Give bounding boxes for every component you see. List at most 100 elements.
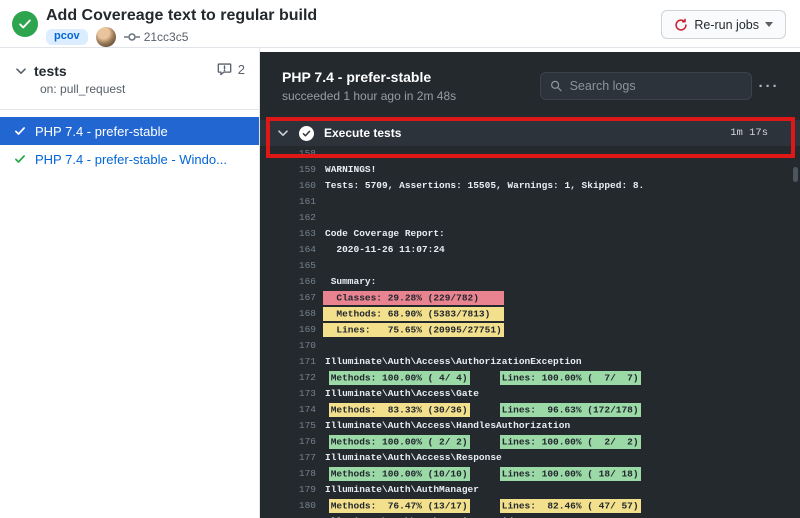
log-line: 164 2020-11-26 11:07:24 [260,242,800,258]
log-line-number[interactable]: 176 [260,434,316,450]
log-line: 159 WARNINGS! [260,162,800,178]
log-line-content: Classes: 29.28% (229/782) [323,290,504,305]
log-line-number[interactable]: 179 [260,482,316,498]
run-meta: pcov 21cc3c5 [46,27,188,47]
log-line-number[interactable]: 161 [260,194,316,210]
log-line-number[interactable]: 168 [260,306,316,322]
job-status-line: succeeded 1 hour ago in 2m 48s [282,89,457,103]
log-line: 180 Methods: 76.47% (13/17) Lines: 82.46… [260,498,800,514]
log-line-content: WARNINGS! [325,164,377,175]
log-line-content: Methods: 100.00% ( 2/ 2) Lines: 100.00% … [328,434,641,449]
log-line: 166 Summary: [260,274,800,290]
log-line: 163 Code Coverage Report: [260,226,800,242]
author-avatar[interactable] [95,27,116,47]
job-title: PHP 7.4 - prefer-stable [282,69,432,85]
step-execute-tests[interactable]: Execute tests 1m 17s [260,120,800,146]
log-line-number[interactable]: 163 [260,226,316,242]
chevron-down-icon [16,67,26,74]
log-line-content: Illuminate\Auth\Access\HandlesAuthorizat… [325,420,571,431]
log-panel: PHP 7.4 - prefer-stable succeeded 1 hour… [260,52,800,518]
log-line: 176 Methods: 100.00% ( 2/ 2) Lines: 100.… [260,434,800,450]
run-header: Add Covereage text to regular build pcov… [0,0,800,48]
workflow-badge[interactable]: pcov [46,29,88,45]
workflow-name: tests [34,63,67,79]
check-icon [19,19,31,29]
chevron-down-icon [278,129,288,136]
commit-sha: 21cc3c5 [143,30,189,44]
log-line-number[interactable]: 177 [260,450,316,466]
search-logs-box[interactable] [540,72,752,100]
log-line-number[interactable]: 160 [260,178,316,194]
log-line: 181Illuminate\Auth\AuthServiceProvider [260,514,800,518]
rerun-jobs-button[interactable]: Re-run jobs [661,10,786,39]
job-label: PHP 7.4 - prefer-stable - Windo... [35,151,227,167]
workflow-header[interactable]: tests 2 on: pull_request [0,48,259,110]
check-icon [15,127,25,135]
annotation-comment-icon [217,63,232,76]
step-duration: 1m 17s [730,127,768,139]
search-logs-input[interactable] [569,79,742,93]
log-line-number[interactable]: 172 [260,370,316,386]
log-line: 169 Lines: 75.65% (20995/27751) [260,322,800,338]
scrollbar-thumb[interactable] [793,167,798,182]
log-line-number[interactable]: 174 [260,402,316,418]
log-line-number[interactable]: 175 [260,418,316,434]
log-line: 167 Classes: 29.28% (229/782) [260,290,800,306]
log-line-number[interactable]: 173 [260,386,316,402]
rerun-jobs-label: Re-run jobs [694,17,759,32]
log-line-content: Methods: 68.90% (5383/7813) [323,306,504,321]
log-line-number[interactable]: 169 [260,322,316,338]
log-line: 171 Illuminate\Auth\Access\AuthorizationE… [260,354,800,370]
log-line: 158 [260,146,800,162]
log-line-number[interactable]: 162 [260,210,316,226]
log-line: 172 Methods: 100.00% ( 4/ 4) Lines: 100.… [260,370,800,386]
log-line: 168 Methods: 68.90% (5383/7813) [260,306,800,322]
sidebar-job-item[interactable]: PHP 7.4 - prefer-stable [0,117,259,145]
log-line-number[interactable]: 164 [260,242,316,258]
log-line: 179 Illuminate\Auth\AuthManager [260,482,800,498]
log-line: 174 Methods: 83.33% (30/36) Lines: 96.63… [260,402,800,418]
log-line-content: Illuminate\Auth\Access\Response [325,452,502,463]
run-title: Add Covereage text to regular build [46,7,318,24]
job-list: PHP 7.4 - prefer-stable PHP 7.4 - prefer-… [0,117,259,173]
log-line-number[interactable]: 180 [260,498,316,514]
log-line-number[interactable]: 165 [260,258,316,274]
log-line-number[interactable]: 181 [260,514,316,518]
sidebar-job-item[interactable]: PHP 7.4 - prefer-stable - Windo... [0,145,259,173]
sync-icon [675,18,688,31]
log-line-number[interactable]: 166 [260,274,316,290]
log-line-content: Illuminate\Auth\Access\AuthorizationExce… [325,356,582,367]
commit-ref[interactable]: 21cc3c5 [123,30,189,44]
log-line-content: Tests: 5709, Assertions: 15505, Warnings… [325,180,645,191]
log-line-content: Lines: 75.65% (20995/27751) [323,322,504,337]
dropdown-caret-icon [765,22,773,27]
log-line-content: Methods: 76.47% (13/17) Lines: 82.46% ( … [328,498,641,513]
log-line: 177 Illuminate\Auth\Access\Response [260,450,800,466]
log-line-number[interactable]: 159 [260,162,316,178]
log-line-number[interactable]: 167 [260,290,316,306]
log-line-content: Illuminate\Auth\AuthManager [325,484,479,495]
log-line: 178 Methods: 100.00% (10/10) Lines: 100.… [260,466,800,482]
log-line: 161 [260,194,800,210]
log-line-content: Methods: 100.00% ( 4/ 4) Lines: 100.00% … [328,370,641,385]
log-panel-header: PHP 7.4 - prefer-stable succeeded 1 hour… [260,52,800,120]
log-line-content: Methods: 100.00% (10/10) Lines: 100.00% … [328,466,641,481]
log-line-number[interactable]: 178 [260,466,316,482]
log-line-number[interactable]: 170 [260,338,316,354]
log-line: 173 Illuminate\Auth\Access\Gate [260,386,800,402]
log-line-number[interactable]: 158 [260,146,316,162]
jobs-sidebar: tests 2 on: pull_request PHP 7.4 - prefe… [0,48,260,518]
step-name: Execute tests [324,126,402,140]
annotation-count: 2 [237,62,245,77]
log-line-number[interactable]: 171 [260,354,316,370]
annotations-badge[interactable]: 2 [217,62,245,77]
log-line: 162 [260,210,800,226]
log-options-kebab-icon[interactable]: ··· [752,78,786,95]
log-line: 175 Illuminate\Auth\Access\HandlesAuthori… [260,418,800,434]
run-success-icon [12,11,38,37]
log-line-content: Code Coverage Report: [325,228,445,239]
job-label: PHP 7.4 - prefer-stable [35,123,168,139]
check-icon [302,130,311,136]
log-line: 170 [260,338,800,354]
job-heading: PHP 7.4 - prefer-stable succeeded 1 hour… [282,69,456,103]
